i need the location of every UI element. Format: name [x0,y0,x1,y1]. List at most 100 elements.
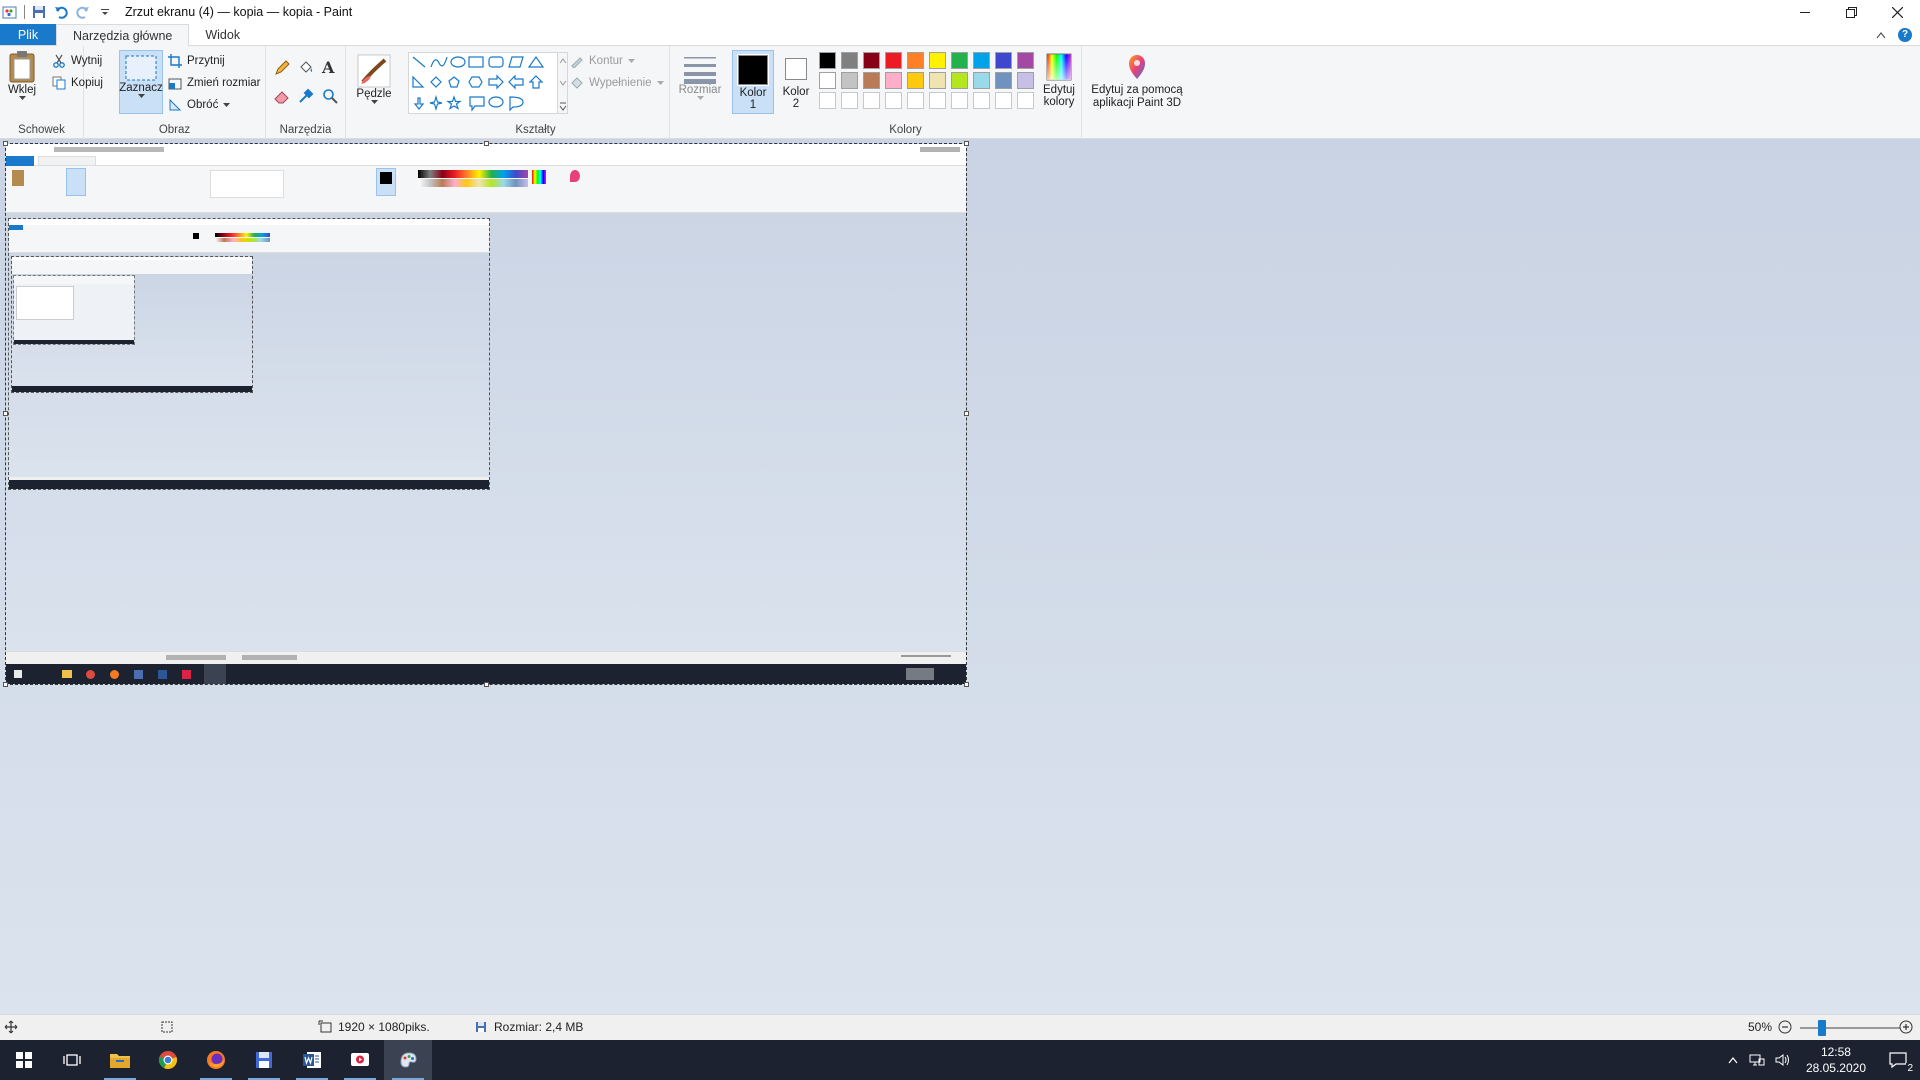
resize-handle-tr[interactable] [964,141,969,146]
palette-swatch[interactable] [841,52,858,69]
collapse-ribbon-icon[interactable] [1876,28,1886,42]
outline-label: Kontur [589,55,623,67]
crop-button[interactable]: Przytnij [168,54,225,68]
palette-swatch[interactable] [929,72,946,89]
palette-swatch[interactable] [841,72,858,89]
palette-swatch[interactable] [973,52,990,69]
taskbar-file-explorer[interactable] [96,1040,144,1080]
action-center-button[interactable]: 2 [1876,1040,1920,1080]
palette-swatch[interactable] [863,92,880,109]
resize-handle-right[interactable] [964,411,969,416]
palette-swatch[interactable] [951,72,968,89]
resize-handle-left[interactable] [3,411,8,416]
palette-swatch[interactable] [973,72,990,89]
text-tool-button[interactable]: A [322,58,334,77]
taskbar-chrome[interactable] [144,1040,192,1080]
paste-button[interactable]: Wklej [8,50,36,101]
resize-handle-top[interactable] [484,141,489,146]
palette-swatch[interactable] [907,52,924,69]
tab-file[interactable]: Plik [0,24,56,45]
brushes-button[interactable]: Pędzle [354,54,394,105]
paint3d-button[interactable]: Edytuj za pomocą aplikacji Paint 3D [1086,52,1188,110]
palette-swatch[interactable] [907,72,924,89]
notification-icon [1889,1052,1907,1069]
restore-button[interactable] [1828,0,1874,24]
resize-handle-tl[interactable] [3,141,8,146]
save-icon[interactable] [31,4,47,20]
palette-swatch[interactable] [863,52,880,69]
undo-icon[interactable] [53,4,69,20]
taskbar-word[interactable] [288,1040,336,1080]
palette-swatch[interactable] [819,92,836,109]
shapes-gallery[interactable] [408,52,558,114]
canvas-area[interactable] [0,139,1920,1014]
image-dimensions-icon [318,1020,332,1033]
color2-button[interactable]: Kolor 2 [776,50,816,114]
resize-button[interactable]: Zmień rozmiar [168,76,260,90]
palette-swatch[interactable] [885,92,902,109]
redo-icon[interactable] [75,4,91,20]
zoom-in-button[interactable] [1899,1020,1913,1034]
minimize-button[interactable] [1782,0,1828,24]
taskbar-save-app[interactable] [240,1040,288,1080]
close-button[interactable] [1874,0,1920,24]
magnifier-button[interactable] [322,88,338,104]
palette-swatch[interactable] [1017,72,1034,89]
zoom-out-button[interactable] [1778,1020,1792,1034]
fill-shape-button[interactable]: Wypełnienie [570,76,664,90]
outline-button[interactable]: Kontur [570,54,635,68]
magnifier-icon [323,89,338,104]
rotate-button[interactable]: Obróć [168,98,231,112]
palette-swatch[interactable] [819,72,836,89]
select-button[interactable]: Zaznacz [119,50,163,114]
palette-swatch[interactable] [951,92,968,109]
tab-home[interactable]: Narzędzia główne [56,24,190,46]
resize-handle-bl[interactable] [3,682,8,687]
palette-swatch[interactable] [907,92,924,109]
palette-swatch[interactable] [995,92,1012,109]
color-picker-button[interactable] [298,88,314,104]
volume-icon[interactable] [1770,1040,1796,1080]
palette-swatch[interactable] [841,92,858,109]
pencil-button[interactable] [274,60,290,76]
palette-swatch[interactable] [995,72,1012,89]
palette-swatch[interactable] [885,72,902,89]
clock[interactable]: 12:58 28.05.2020 [1796,1044,1876,1076]
taskbar-firefox[interactable] [192,1040,240,1080]
resize-handle-bottom[interactable] [484,682,489,687]
shapes-scrollbar[interactable] [558,52,568,114]
palette-swatch[interactable] [995,52,1012,69]
customize-qat-icon[interactable] [97,4,113,20]
palette-swatch[interactable] [1017,52,1034,69]
canvas-image[interactable] [5,143,967,685]
zoom-slider-track[interactable] [1800,1027,1900,1029]
taskbar-paint[interactable] [384,1040,432,1080]
network-icon[interactable] [1744,1040,1770,1080]
edit-colors-button[interactable]: Edytuj kolory [1036,52,1082,108]
tab-view[interactable]: Widok [189,24,256,45]
palette-swatch[interactable] [1017,92,1034,109]
help-icon[interactable]: ? [1898,27,1912,42]
task-view-button[interactable] [48,1040,96,1080]
color1-button[interactable]: Kolor 1 [732,50,774,114]
palette-swatch[interactable] [973,92,990,109]
ribbon-tabs: Plik Narzędzia główne Widok ? [0,24,1920,46]
size-button[interactable]: Rozmiar [676,54,724,101]
show-hidden-icons[interactable] [1722,1040,1744,1080]
taskbar-video-app[interactable] [336,1040,384,1080]
resize-handle-br[interactable] [964,682,969,687]
palette-swatch[interactable] [885,52,902,69]
palette-swatch[interactable] [929,92,946,109]
zoom-slider-thumb[interactable] [1818,1020,1826,1036]
palette-swatch[interactable] [863,72,880,89]
taskbar: 12:58 28.05.2020 2 [0,1040,1920,1080]
group-shapes: Kontur Wypełnienie Kształty [402,46,670,139]
palette-swatch[interactable] [929,52,946,69]
start-button[interactable] [0,1040,48,1080]
eraser-button[interactable] [274,88,290,104]
fill-button[interactable] [298,60,314,76]
palette-swatch[interactable] [951,52,968,69]
paint-app-icon[interactable] [2,4,18,20]
palette-swatch[interactable] [819,52,836,69]
group-image: Zaznacz Przytnij Zmień rozmiar Obróć Obr… [84,46,266,139]
